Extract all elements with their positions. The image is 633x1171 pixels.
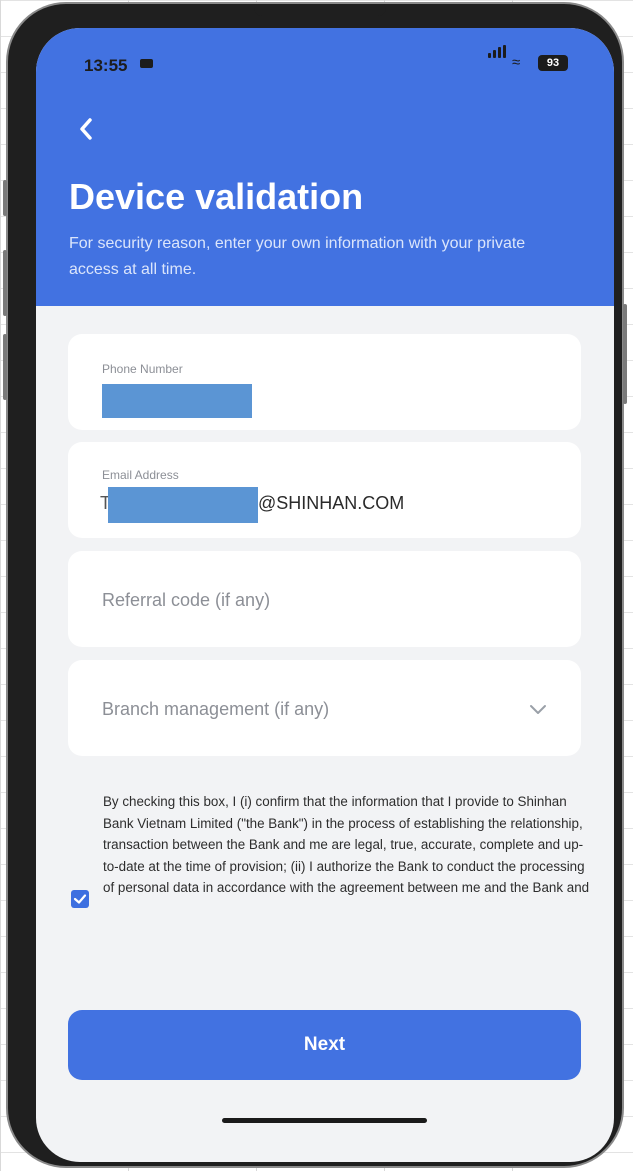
- phone-frame: 13:55 ≈ 93 Device validation For securit…: [3, 4, 627, 1166]
- email-address-field[interactable]: Email Address T @SHINHAN.COM: [68, 442, 581, 538]
- volume-up-button: [3, 250, 7, 316]
- chevron-left-icon: [80, 118, 92, 140]
- battery-icon: 93: [538, 55, 568, 71]
- checkmark-icon: [73, 894, 87, 904]
- consent-text: By checking this box, I (i) confirm that…: [103, 794, 590, 896]
- next-button[interactable]: Next: [68, 1010, 581, 1080]
- home-indicator: [222, 1118, 427, 1123]
- referral-code-placeholder: Referral code (if any): [102, 590, 271, 610]
- consent-text-fade: [96, 958, 596, 978]
- status-time: 13:55: [84, 56, 128, 75]
- page-subtitle: For security reason, enter your own info…: [69, 235, 526, 278]
- referral-code-field[interactable]: Referral code (if any): [68, 551, 581, 647]
- header-banner: 13:55 ≈ 93 Device validation For securit…: [36, 28, 614, 306]
- phone-number-field[interactable]: Phone Number: [68, 334, 581, 430]
- power-button: [623, 304, 627, 404]
- branch-management-placeholder: Branch management (if any): [102, 699, 330, 719]
- branch-management-select[interactable]: Branch management (if any): [68, 660, 581, 756]
- wifi-icon: ≈: [512, 54, 521, 71]
- phone-number-redaction: [102, 384, 252, 418]
- mute-switch: [3, 180, 7, 216]
- app-screen: 13:55 ≈ 93 Device validation For securit…: [36, 28, 614, 1162]
- page-title: Device validation: [69, 176, 364, 217]
- back-button[interactable]: [74, 114, 98, 144]
- email-address-label: Email Address: [102, 468, 179, 482]
- email-domain: @SHINHAN.COM: [258, 493, 405, 513]
- phone-notch: [254, 4, 386, 16]
- chevron-down-icon: [530, 705, 546, 714]
- consent-checkbox[interactable]: [71, 890, 89, 908]
- email-redaction: [108, 487, 258, 523]
- message-notification-icon: [140, 59, 153, 68]
- phone-number-label: Phone Number: [102, 362, 183, 376]
- volume-down-button: [3, 334, 7, 400]
